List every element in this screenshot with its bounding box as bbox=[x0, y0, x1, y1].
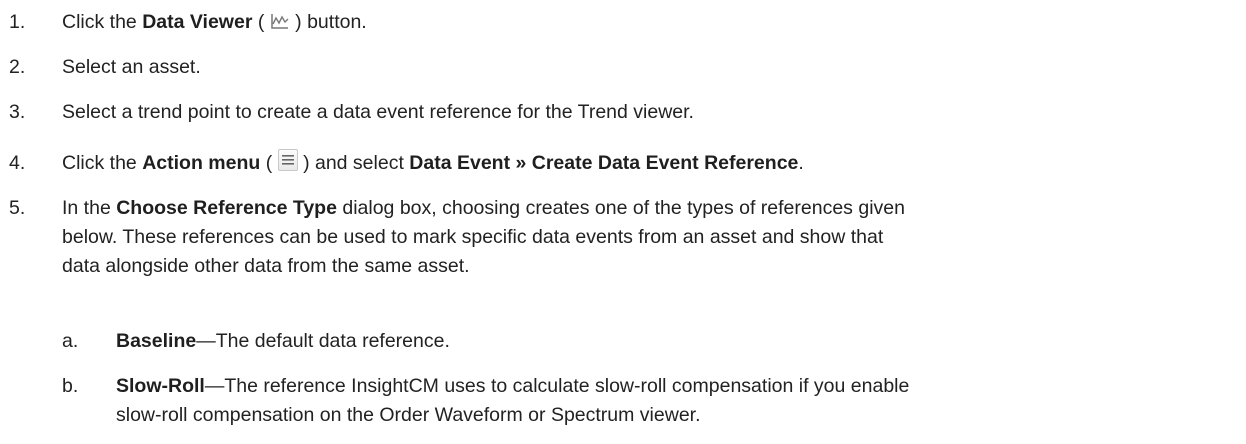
data-viewer-icon bbox=[270, 11, 290, 40]
step-text: Select a trend point to create a data ev… bbox=[62, 101, 694, 123]
step-line: data alongside other data from the same … bbox=[62, 255, 470, 277]
step-number: 3. bbox=[9, 101, 26, 123]
term-baseline: Baseline bbox=[116, 330, 197, 352]
substep-text: Slow-Roll—The reference InsightCM uses t… bbox=[116, 372, 1236, 430]
ui-term-choose-reference-type: Choose Reference Type bbox=[116, 197, 337, 219]
substep-line: Slow-Roll—The reference InsightCM uses t… bbox=[116, 375, 910, 397]
ui-term-action-menu: Action menu bbox=[142, 152, 261, 174]
step-line: below. These references can be used to m… bbox=[62, 226, 884, 248]
step-text: Click the Data Viewer ( ) button. bbox=[62, 8, 1237, 40]
action-menu-icon bbox=[277, 149, 298, 171]
substep-text: Baseline—The default data reference. bbox=[116, 330, 450, 352]
substep-letter: b. bbox=[62, 375, 79, 397]
ui-term-data-viewer: Data Viewer bbox=[142, 11, 253, 33]
substep-line: slow-roll compensation on the Order Wave… bbox=[116, 404, 701, 426]
step-text: Select an asset. bbox=[62, 56, 201, 78]
step-number: 4. bbox=[9, 152, 26, 174]
term-slow-roll: Slow-Roll bbox=[116, 375, 205, 397]
ui-term-create-data-event-reference: Data Event » Create Data Event Reference bbox=[409, 152, 799, 174]
step-number: 1. bbox=[9, 11, 26, 33]
step-text: In the Choose Reference Type dialog box,… bbox=[62, 194, 1237, 281]
step-text: Click the Action menu ( ) and select Dat… bbox=[62, 149, 1237, 178]
instruction-document: 1. Click the Data Viewer ( ) button. 2. … bbox=[0, 0, 1246, 444]
step-number: 2. bbox=[9, 56, 26, 78]
step-line: In the Choose Reference Type dialog box,… bbox=[62, 197, 905, 219]
substep-letter: a. bbox=[62, 330, 79, 352]
step-number: 5. bbox=[9, 197, 26, 219]
